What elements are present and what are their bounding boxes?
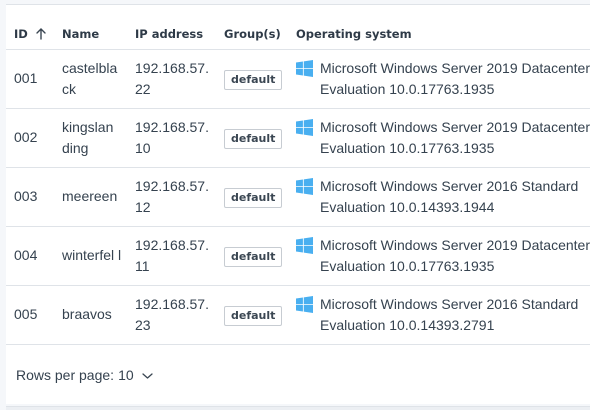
cell-name: meereen bbox=[54, 166, 127, 226]
windows-logo-icon bbox=[296, 236, 313, 254]
cell-ip: 192.168.57. 22 bbox=[127, 48, 216, 108]
cell-ip: 192.168.57. 23 bbox=[127, 284, 216, 345]
group-badge[interactable]: default bbox=[224, 128, 283, 149]
agents-table-panel: ID Name IP address Group(s) Operating sy… bbox=[6, 4, 590, 404]
group-badge[interactable]: default bbox=[224, 246, 283, 267]
group-badge[interactable]: default bbox=[224, 305, 283, 326]
cell-id: 003 bbox=[6, 166, 54, 226]
table-row[interactable]: 003 meereen 192.168.57. 12 default Micro… bbox=[6, 166, 590, 226]
os-name: Microsoft Windows Server 2019 Datacenter… bbox=[320, 236, 590, 274]
cell-name: castelbla ck bbox=[54, 48, 127, 108]
cell-id: 004 bbox=[6, 225, 54, 285]
windows-logo-icon bbox=[296, 59, 313, 77]
os-cell: Microsoft Windows Server 2019 Datacenter… bbox=[296, 117, 590, 159]
cell-name: winterfel l bbox=[54, 225, 127, 285]
arrow-up-icon[interactable] bbox=[35, 27, 47, 40]
cell-id: 005 bbox=[6, 284, 54, 345]
group-badge[interactable]: default bbox=[224, 69, 283, 90]
bottom-divider bbox=[6, 406, 590, 410]
cell-ip: 192.168.57. 11 bbox=[127, 225, 216, 285]
cell-ip: 192.168.57. 10 bbox=[127, 107, 216, 167]
column-header-os[interactable]: Operating system bbox=[288, 17, 590, 49]
table-row[interactable]: 005 braavos 192.168.57. 23 default Micro… bbox=[6, 284, 590, 345]
os-name: Microsoft Windows Server 2016 Standard E… bbox=[320, 177, 579, 215]
cell-id: 001 bbox=[6, 48, 54, 108]
cell-id: 002 bbox=[6, 107, 54, 167]
column-header-name[interactable]: Name bbox=[54, 17, 127, 49]
os-name: Microsoft Windows Server 2019 Datacenter… bbox=[320, 59, 590, 97]
column-header-id-label: ID bbox=[14, 26, 28, 41]
windows-logo-icon bbox=[296, 177, 313, 195]
os-cell: Microsoft Windows Server 2019 Datacenter… bbox=[296, 58, 590, 100]
agents-table: ID Name IP address Group(s) Operating sy… bbox=[6, 17, 590, 345]
os-name: Microsoft Windows Server 2019 Datacenter… bbox=[320, 118, 590, 156]
cell-name: kingslan ding bbox=[54, 107, 127, 167]
windows-logo-icon bbox=[296, 118, 313, 136]
table-header-row: ID Name IP address Group(s) Operating sy… bbox=[6, 17, 590, 49]
os-cell: Microsoft Windows Server 2016 Standard E… bbox=[296, 294, 590, 336]
cell-name: braavos bbox=[54, 284, 127, 345]
pagination-footer: Rows per page: 10 bbox=[16, 367, 153, 383]
os-name: Microsoft Windows Server 2016 Standard E… bbox=[320, 295, 579, 333]
group-badge[interactable]: default bbox=[224, 187, 283, 208]
os-cell: Microsoft Windows Server 2019 Datacenter… bbox=[296, 235, 590, 277]
column-header-groups[interactable]: Group(s) bbox=[216, 17, 288, 49]
cell-ip: 192.168.57. 12 bbox=[127, 166, 216, 226]
chevron-down-icon[interactable] bbox=[141, 372, 153, 380]
rows-per-page-select[interactable]: 10 bbox=[118, 367, 134, 383]
table-row[interactable]: 004 winterfel l 192.168.57. 11 default M… bbox=[6, 225, 590, 285]
rows-per-page-label: Rows per page: bbox=[16, 367, 115, 383]
windows-logo-icon bbox=[296, 295, 313, 313]
table-row[interactable]: 002 kingslan ding 192.168.57. 10 default… bbox=[6, 107, 590, 167]
column-header-ip[interactable]: IP address bbox=[127, 17, 216, 49]
column-header-id[interactable]: ID bbox=[6, 17, 54, 49]
table-row[interactable]: 001 castelbla ck 192.168.57. 22 default … bbox=[6, 48, 590, 108]
os-cell: Microsoft Windows Server 2016 Standard E… bbox=[296, 176, 590, 218]
